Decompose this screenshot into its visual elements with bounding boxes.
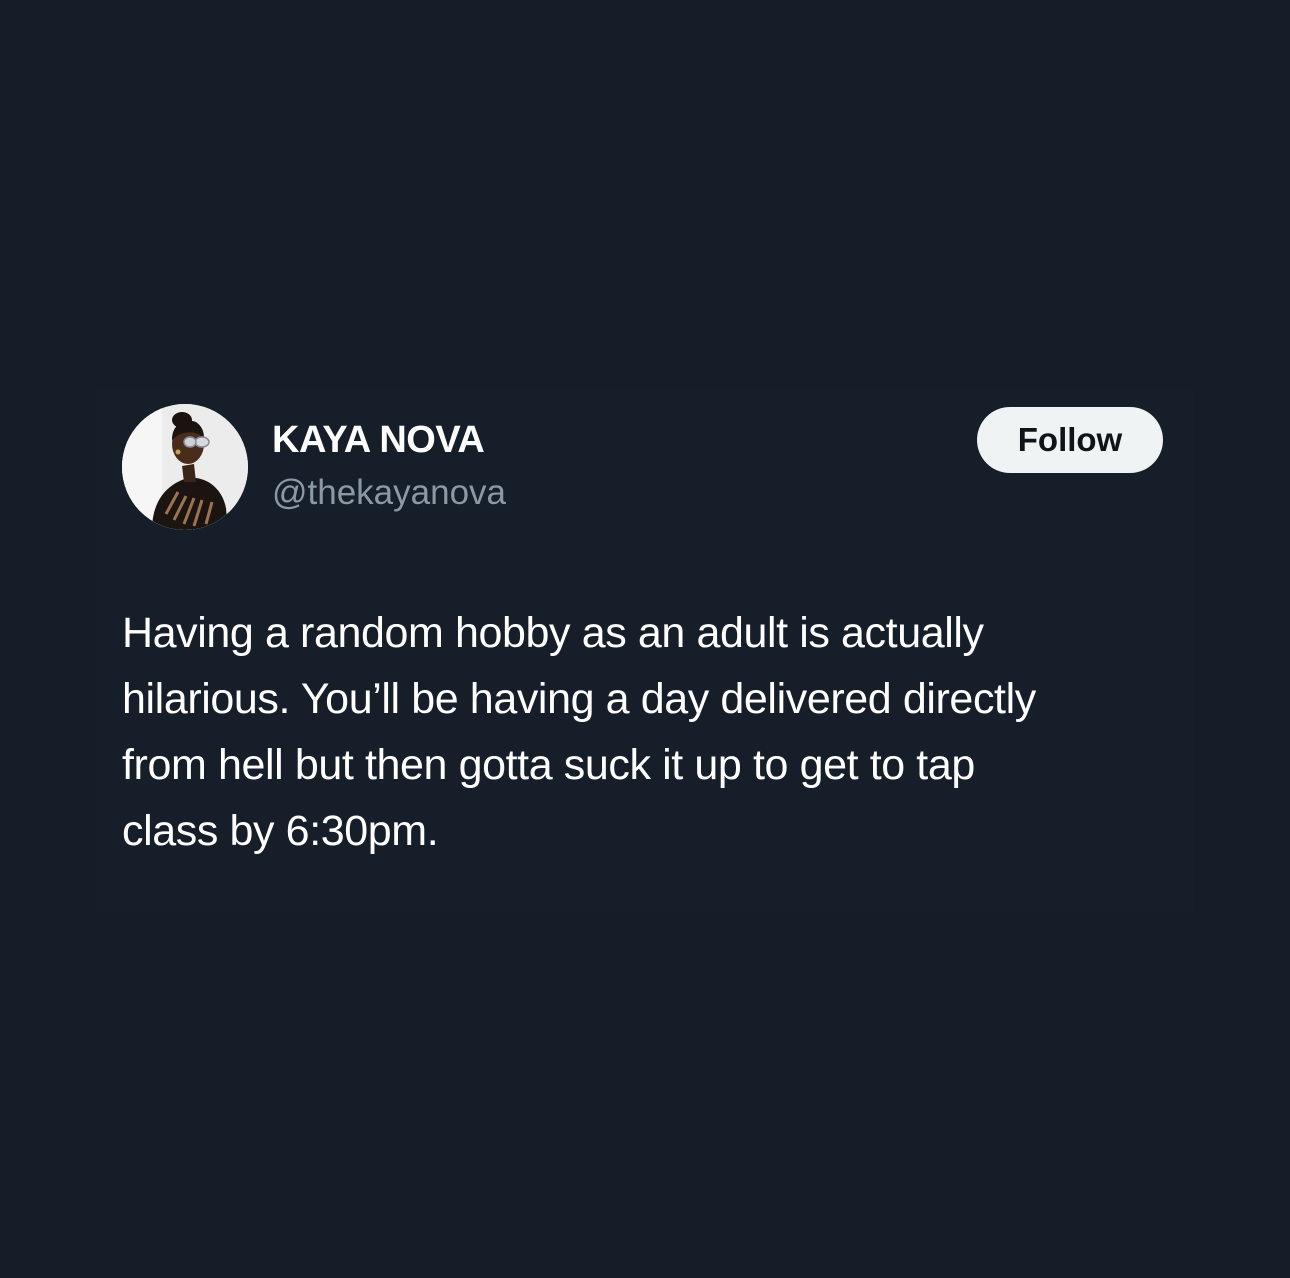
avatar[interactable] (122, 404, 248, 530)
author-display-name[interactable]: KAYA NOVA (272, 418, 485, 462)
tweet-text-line: hilarious. You’ll be having a day delive… (122, 675, 1036, 723)
tweet-text-line: class by 6:30pm. (122, 807, 439, 855)
tweet-text: Having a random hobby as an adult is act… (122, 600, 1188, 864)
tweet-card: KAYA NOVA @thekayanova Follow Having a r… (96, 390, 1194, 912)
tweet-text-line: from hell but then gotta suck it up to g… (122, 741, 975, 789)
tweet-text-line: Having a random hobby as an adult is act… (122, 609, 984, 657)
profile-photo-icon (122, 404, 248, 530)
follow-button[interactable]: Follow (977, 407, 1163, 473)
author-handle[interactable]: @thekayanova (272, 472, 506, 514)
